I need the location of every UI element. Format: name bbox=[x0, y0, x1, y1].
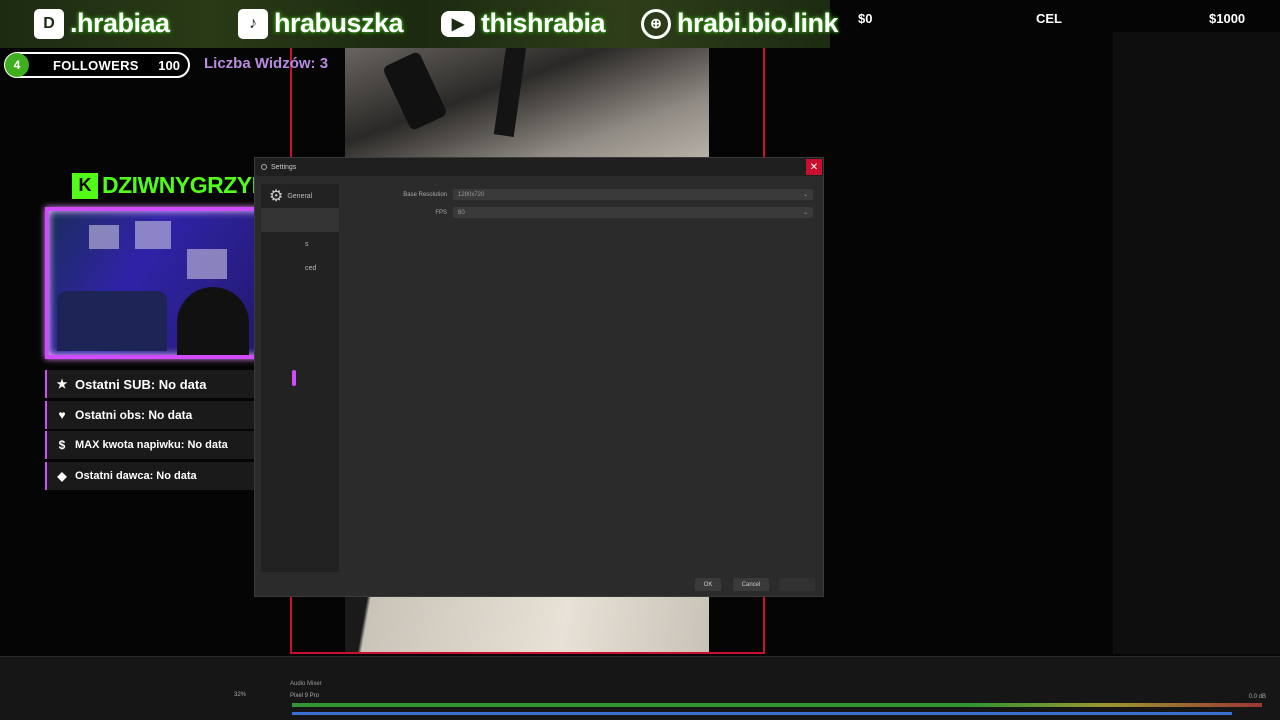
viewer-count: Liczba Widzów: 3 bbox=[204, 55, 329, 72]
streamer bbox=[177, 287, 249, 355]
apply-button[interactable] bbox=[779, 578, 815, 591]
wall-poster bbox=[135, 221, 171, 249]
obs-right-dock bbox=[1113, 32, 1280, 654]
audio-device-name: Pixel 9 Pro bbox=[290, 693, 320, 699]
sidebar-item-general[interactable]: ⚙ General bbox=[261, 184, 339, 208]
social-handle: .hrabiaa bbox=[70, 8, 170, 38]
close-button[interactable]: ✕ bbox=[806, 159, 822, 175]
base-resolution-row: Base Resolution 1280x720 ⌄ bbox=[375, 189, 813, 200]
social-handle: hrabi.bio.link bbox=[677, 8, 839, 38]
goal-target: $1000 bbox=[1209, 11, 1246, 26]
stat-text: MAX kwota napiwku: No data bbox=[75, 439, 228, 451]
kick-icon: K bbox=[72, 172, 98, 199]
goal-current: $0 bbox=[858, 11, 873, 26]
settings-title: Settings bbox=[271, 163, 297, 171]
chevron-down-icon: ⌄ bbox=[802, 210, 808, 216]
followers-count: 4 bbox=[5, 53, 29, 77]
sidebar-item-label: ced bbox=[305, 264, 317, 272]
sidebar-item-label: General bbox=[287, 192, 313, 200]
settings-dialog: Settings ✕ ⚙ General s ced Base Resoluti… bbox=[254, 157, 824, 597]
fps-select[interactable]: 60 ⌄ bbox=[453, 207, 813, 218]
sidebar-item-advanced[interactable]: ced bbox=[261, 256, 339, 280]
sidebar-item-hotkeys[interactable]: s bbox=[261, 232, 339, 256]
sofa bbox=[57, 291, 167, 351]
wall-poster bbox=[89, 225, 119, 249]
social-handle: thishrabia bbox=[481, 8, 606, 38]
pen-cursor bbox=[292, 370, 296, 386]
social-tiktok: ♪ hrabuszka bbox=[238, 8, 404, 39]
followers-target: 100 bbox=[158, 57, 180, 73]
dollar-icon: $ bbox=[58, 438, 66, 452]
app-icon bbox=[261, 164, 267, 170]
chevron-down-icon: ⌄ bbox=[802, 192, 808, 198]
social-website: ⊕ hrabi.bio.link bbox=[641, 8, 839, 39]
audio-db: 0.0 dB bbox=[1248, 694, 1266, 700]
kick-username: K DZIWNYGRZYB bbox=[72, 172, 268, 199]
stat-text: Ostatni SUB: No data bbox=[75, 376, 207, 392]
fps-row: FPS 60 ⌄ bbox=[375, 207, 813, 218]
settings-titlebar[interactable]: Settings bbox=[255, 158, 823, 176]
fps-value: 60 bbox=[458, 209, 465, 216]
globe-icon: ⊕ bbox=[641, 8, 671, 39]
stream-stats: ★ Ostatni SUB: No data ♥ Ostatni obs: No… bbox=[45, 370, 263, 492]
stat-max-tip: $ MAX kwota napiwku: No data bbox=[45, 431, 263, 459]
volume-slider[interactable] bbox=[292, 712, 1232, 715]
stat-last-sub: ★ Ostatni SUB: No data bbox=[45, 370, 263, 398]
stat-last-follow: ♥ Ostatni obs: No data bbox=[45, 400, 263, 429]
tiktok-icon: ♪ bbox=[238, 8, 268, 39]
stat-text: Ostatni obs: No data bbox=[75, 407, 193, 422]
youtube-icon: ▶ bbox=[441, 10, 475, 37]
social-discord: D .hrabiaa bbox=[34, 8, 170, 39]
audio-mixer-title: Audio Mixer bbox=[290, 681, 322, 687]
wall-poster bbox=[187, 249, 227, 279]
zoom-level: 32% bbox=[234, 692, 247, 698]
discord-icon: D bbox=[34, 8, 64, 39]
followers-label: FOLLOWERS bbox=[53, 57, 139, 73]
social-youtube: ▶ thishrabia bbox=[441, 8, 606, 39]
stat-last-donor: ◆ Ostatni dawca: No data bbox=[45, 461, 263, 490]
diamond-icon: ◆ bbox=[57, 468, 67, 483]
ok-button[interactable]: OK bbox=[695, 578, 721, 591]
sidebar-item-label: s bbox=[305, 240, 309, 248]
obs-bottom-dock bbox=[0, 656, 1280, 720]
settings-sidebar: ⚙ General s ced bbox=[261, 184, 339, 572]
star-icon: ★ bbox=[56, 377, 68, 391]
audio-level-meter bbox=[292, 703, 1262, 707]
gear-icon: ⚙ bbox=[269, 188, 284, 205]
base-resolution-value: 1280x720 bbox=[458, 191, 485, 198]
followers-goal: 4 FOLLOWERS 100 bbox=[4, 52, 190, 78]
base-resolution-label: Base Resolution bbox=[403, 191, 447, 198]
goal-label: CEL bbox=[1036, 11, 1062, 26]
sidebar-item-video[interactable] bbox=[261, 208, 339, 232]
stream-screen: D .hrabiaa ♪ hrabuszka ▶ thishrabia ⊕ hr… bbox=[0, 0, 1280, 720]
social-handle: hrabuszka bbox=[274, 8, 404, 38]
base-resolution-select[interactable]: 1280x720 ⌄ bbox=[453, 189, 813, 200]
username-label: DZIWNYGRZYB bbox=[102, 172, 268, 198]
fps-label: FPS bbox=[435, 209, 447, 216]
stat-text: Ostatni dawca: No data bbox=[75, 469, 197, 482]
heart-icon: ♥ bbox=[58, 407, 66, 422]
cancel-button[interactable]: Cancel bbox=[733, 578, 769, 591]
